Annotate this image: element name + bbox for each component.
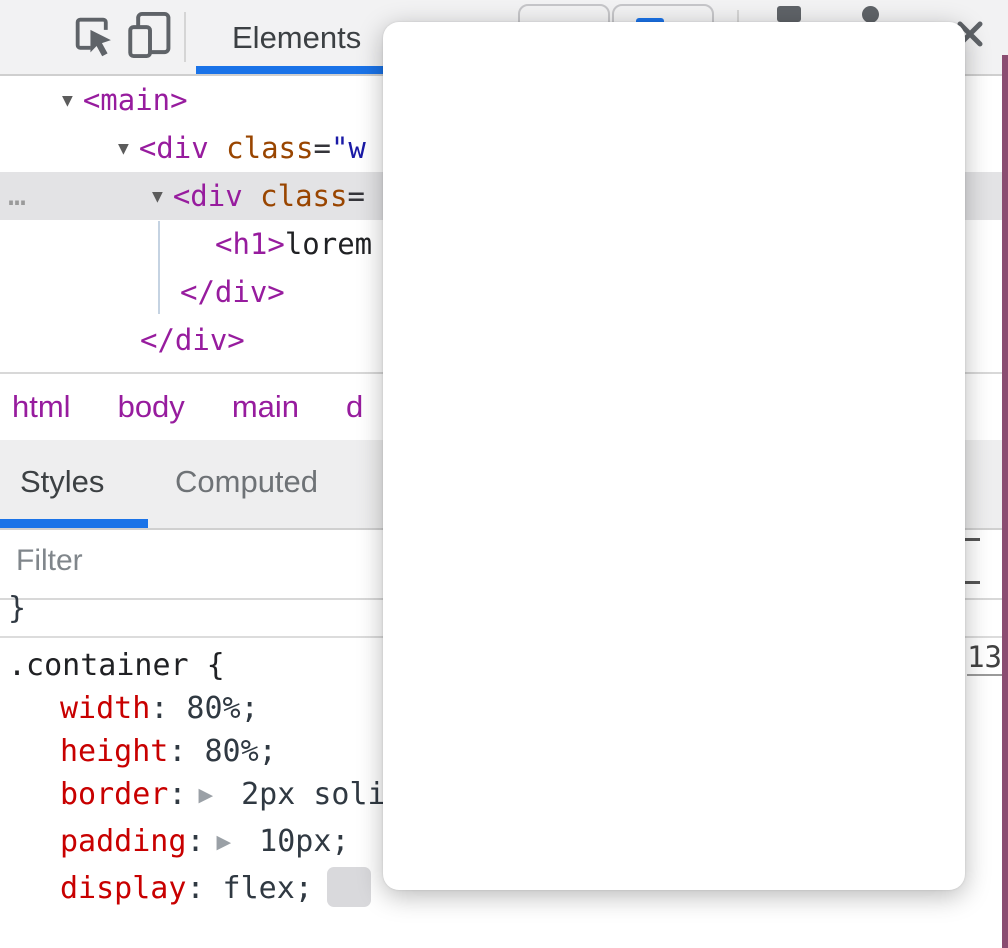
css-property-value: 80%; — [186, 734, 276, 769]
css-colon: : — [150, 691, 168, 726]
toolbar-divider — [184, 12, 186, 62]
css-property-name: display — [60, 871, 186, 906]
dom-token-plain: lorem — [285, 227, 372, 261]
css-colon: : — [168, 777, 186, 812]
shorthand-expander-icon[interactable]: ▶ — [198, 774, 213, 817]
css-property-name: border — [60, 777, 168, 812]
css-colon: : — [186, 871, 204, 906]
css-property-value: 80%; — [168, 691, 258, 726]
hidden-icon-fragment — [862, 6, 879, 23]
expand-arrow-icon[interactable]: ▼ — [62, 77, 73, 125]
css-property-value: 10px; — [241, 824, 349, 859]
css-property-name: height — [60, 734, 168, 769]
tab-elements[interactable]: Elements — [232, 20, 361, 56]
dom-token-tag: </div> — [180, 275, 285, 309]
hidden-icon-fragment — [777, 6, 801, 22]
active-tab-underline — [0, 519, 148, 528]
dom-token-tag: </div> — [140, 323, 245, 357]
flexbox-editor-popup — [383, 22, 965, 890]
breadcrumb-item-html[interactable]: html — [12, 374, 71, 440]
devtools-window: Elements ▼<main>▼<div class="w…▼<div cla… — [0, 0, 1008, 948]
device-toolbar-icon[interactable] — [126, 10, 174, 60]
css-property-name: padding — [60, 824, 186, 859]
dom-token-tag: <div — [139, 131, 209, 165]
dom-token-tag: <div — [173, 179, 243, 213]
dom-token-attr: class — [226, 131, 313, 165]
dom-token-punct: = — [313, 131, 330, 165]
dom-token-plain — [209, 131, 226, 165]
dom-token-value: "w — [331, 131, 366, 165]
page-edge-strip — [1002, 55, 1008, 948]
css-property-value: 2px soli — [223, 777, 386, 812]
css-colon: : — [168, 734, 186, 769]
shorthand-expander-icon[interactable]: ▶ — [217, 821, 232, 864]
breadcrumb-item-body[interactable]: body — [118, 374, 185, 440]
inspect-element-icon[interactable] — [70, 12, 116, 58]
stylesheet-line-link[interactable]: 13 — [967, 640, 1002, 676]
styles-filter-input[interactable] — [16, 544, 376, 578]
dom-token-attr: class — [260, 179, 347, 213]
expand-arrow-icon[interactable]: ▼ — [152, 173, 163, 221]
more-actions-ellipsis-icon[interactable]: … — [8, 172, 28, 220]
expand-arrow-icon[interactable]: ▼ — [118, 125, 129, 173]
dom-token-tag: <h1> — [215, 227, 285, 261]
breadcrumb-item-d[interactable]: d — [346, 374, 363, 440]
dom-token-tag: <main> — [83, 83, 188, 117]
css-property-value: flex; — [205, 871, 313, 906]
dom-token-plain — [243, 179, 260, 213]
dom-token-punct: = — [347, 179, 364, 213]
css-colon: : — [186, 824, 204, 859]
tab-computed[interactable]: Computed — [175, 464, 318, 500]
active-tab-underline — [196, 66, 393, 74]
breadcrumb-item-main[interactable]: main — [232, 374, 299, 440]
tab-styles[interactable]: Styles — [20, 464, 104, 500]
flex-editor-toggle-button[interactable] — [327, 867, 371, 907]
css-property-name: width — [60, 691, 150, 726]
